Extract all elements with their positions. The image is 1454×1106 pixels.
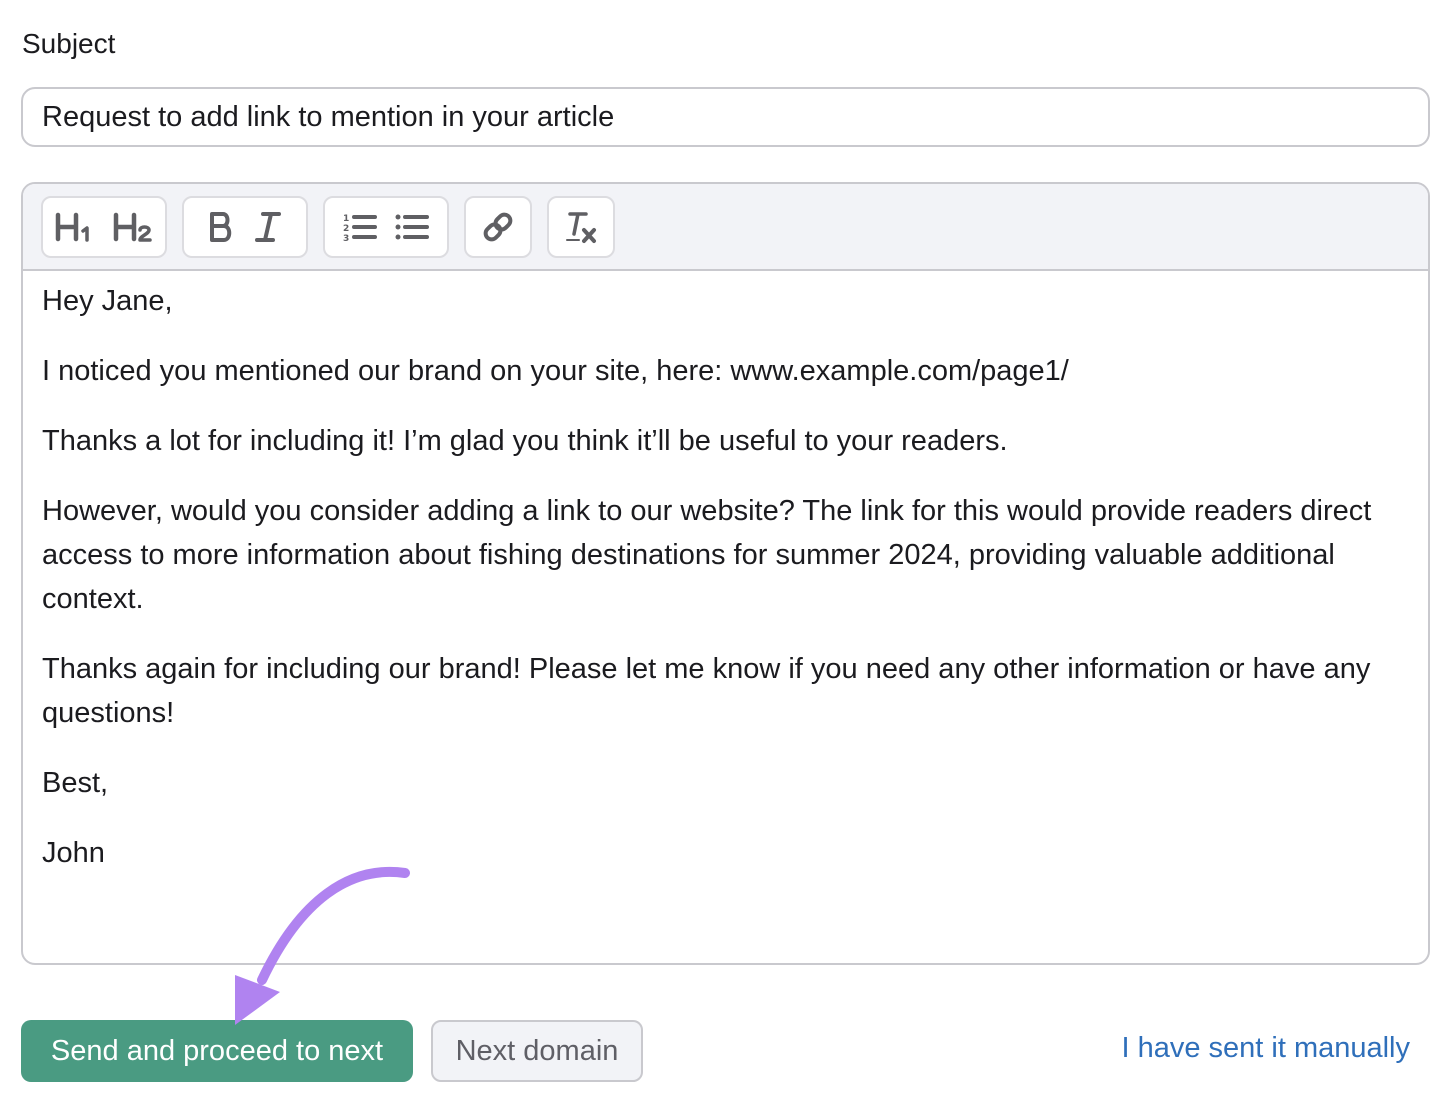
italic-icon	[255, 211, 281, 242]
body-paragraph: Thanks a lot for including it! I’m glad …	[42, 425, 1008, 457]
link-group	[464, 195, 532, 258]
heading-2-button[interactable]	[113, 212, 153, 242]
text-style-group	[182, 195, 308, 258]
svg-text:2: 2	[343, 224, 349, 234]
body-paragraph: Thanks again for including our brand! Pl…	[42, 653, 1371, 729]
bullet-list-icon	[395, 214, 429, 239]
bold-button[interactable]	[208, 211, 236, 243]
send-and-proceed-button[interactable]: Send and proceed to next	[21, 1020, 413, 1082]
sent-manually-link[interactable]: I have sent it manually	[1121, 1032, 1410, 1065]
ordered-list-icon: 1 2 3	[343, 214, 377, 243]
body-paragraph: However, would you consider adding a lin…	[42, 495, 1372, 615]
subject-label: Subject	[22, 28, 116, 59]
link-button[interactable]	[482, 211, 514, 243]
body-paragraph: Hey Jane,	[42, 285, 173, 317]
editor-toolbar: 1 2 3	[23, 184, 1428, 271]
clear-format-button[interactable]	[564, 210, 598, 244]
list-group: 1 2 3	[323, 195, 449, 258]
heading-1-icon	[55, 212, 89, 242]
link-icon	[483, 212, 513, 241]
subject-input-value: Request to add link to mention in your a…	[42, 100, 615, 133]
clear-format-icon	[566, 211, 596, 243]
clear-format-group	[547, 195, 615, 258]
body-paragraph: John	[42, 837, 105, 869]
heading-1-button[interactable]	[55, 212, 95, 242]
bold-icon	[210, 211, 232, 242]
email-body-text[interactable]: Hey Jane, I noticed you mentioned our br…	[23, 271, 1428, 875]
ordered-list-button[interactable]: 1 2 3	[343, 211, 377, 243]
heading-2-icon	[113, 212, 152, 242]
subject-input[interactable]: Request to add link to mention in your a…	[21, 87, 1430, 147]
italic-button[interactable]	[254, 211, 282, 243]
next-domain-button[interactable]: Next domain	[431, 1020, 643, 1082]
svg-text:3: 3	[343, 234, 349, 243]
bullet-list-button[interactable]	[395, 211, 429, 243]
body-paragraph: I noticed you mentioned our brand on you…	[42, 355, 1069, 387]
svg-text:1: 1	[343, 214, 349, 224]
body-paragraph: Best,	[42, 767, 109, 799]
email-body-editor: 1 2 3 Hey Jane, I noticed you mentioned …	[21, 182, 1430, 965]
heading-group	[41, 195, 167, 258]
